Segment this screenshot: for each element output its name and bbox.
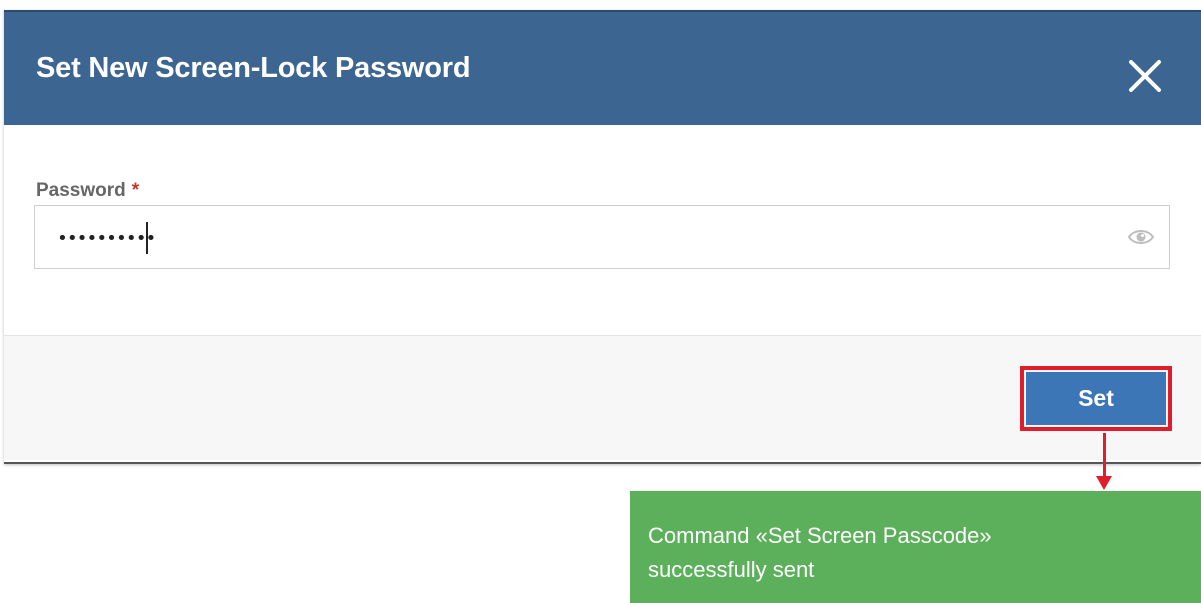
- required-marker: *: [131, 180, 140, 201]
- password-label-text: Password: [36, 180, 126, 201]
- dialog-header: Set New Screen-Lock Password: [4, 10, 1201, 125]
- dialog-body: Password *: [4, 125, 1201, 335]
- toast-line-2: successfully sent: [648, 557, 815, 582]
- password-field[interactable]: [34, 205, 1170, 269]
- password-input[interactable]: [55, 222, 1119, 254]
- annotation-arrow-line: [1103, 433, 1106, 478]
- eye-icon[interactable]: [1127, 226, 1155, 248]
- close-icon[interactable]: [1127, 58, 1163, 94]
- password-label: Password *: [36, 180, 139, 202]
- toast-line-1: Command «Set Screen Passcode»: [648, 523, 992, 548]
- annotation-arrow-head: [1096, 476, 1112, 490]
- success-toast: Command «Set Screen Passcode» successful…: [630, 491, 1201, 603]
- set-button[interactable]: Set: [1026, 372, 1166, 425]
- text-caret: [146, 222, 148, 254]
- dialog-title: Set New Screen-Lock Password: [36, 52, 471, 84]
